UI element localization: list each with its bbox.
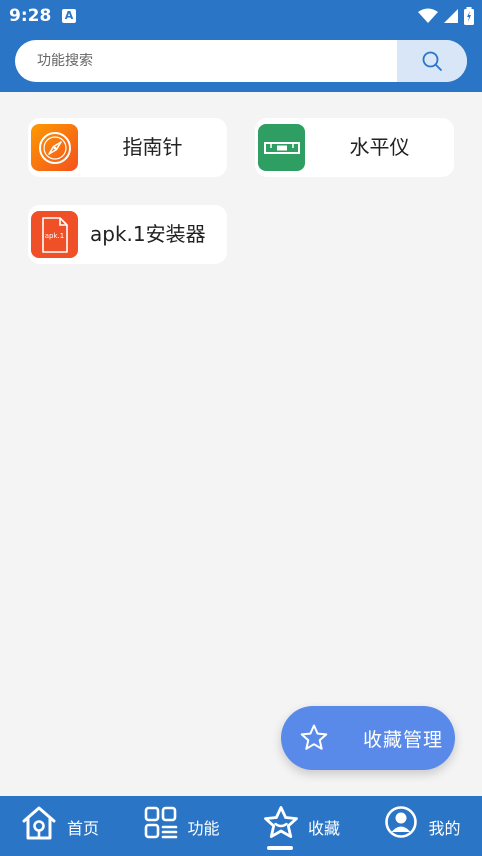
- nav-label: 我的: [428, 819, 461, 838]
- nav-favorites[interactable]: 收藏: [241, 796, 362, 856]
- level-icon: [258, 124, 305, 171]
- favorites-manage-button[interactable]: 收藏管理: [281, 706, 455, 770]
- nav-label: 功能: [187, 819, 220, 838]
- search-input[interactable]: [15, 40, 397, 82]
- apk-icon-text: apk.1: [44, 232, 65, 240]
- nav-label: 首页: [67, 819, 100, 838]
- card-compass[interactable]: 指南针: [28, 118, 227, 177]
- status-indicators: [418, 7, 474, 25]
- active-tab-indicator: [267, 846, 293, 850]
- search-button[interactable]: [397, 40, 467, 82]
- home-icon: [22, 806, 56, 840]
- grid-icon: [144, 806, 177, 839]
- wifi-icon: [418, 8, 438, 23]
- search-bar: [15, 40, 467, 82]
- nav-profile[interactable]: 我的: [362, 796, 482, 856]
- star-icon: [264, 806, 298, 838]
- nav-features[interactable]: 功能: [121, 796, 242, 856]
- card-label: 水平仪: [349, 135, 410, 159]
- notification-badge-icon: A: [62, 9, 76, 23]
- fab-label: 收藏管理: [363, 728, 444, 751]
- nav-home[interactable]: 首页: [0, 796, 121, 856]
- card-apk-installer[interactable]: apk.1 apk.1安装器: [28, 205, 227, 264]
- bottom-navigation: 首页 功能 收藏 我的: [0, 796, 482, 856]
- status-time: 9:28: [9, 6, 52, 26]
- compass-icon: [31, 124, 78, 171]
- user-icon: [384, 806, 417, 838]
- star-icon: [300, 724, 328, 750]
- apk-file-icon: apk.1: [31, 211, 78, 258]
- battery-icon: [464, 7, 474, 25]
- card-label: 指南针: [122, 135, 183, 159]
- search-icon: [422, 51, 442, 71]
- nav-label: 收藏: [308, 819, 341, 838]
- signal-icon: [444, 9, 458, 23]
- app-header: 9:28 A: [0, 0, 482, 92]
- status-bar: 9:28 A: [0, 0, 482, 34]
- card-level[interactable]: 水平仪: [255, 118, 454, 177]
- card-label: apk.1安装器: [90, 222, 206, 246]
